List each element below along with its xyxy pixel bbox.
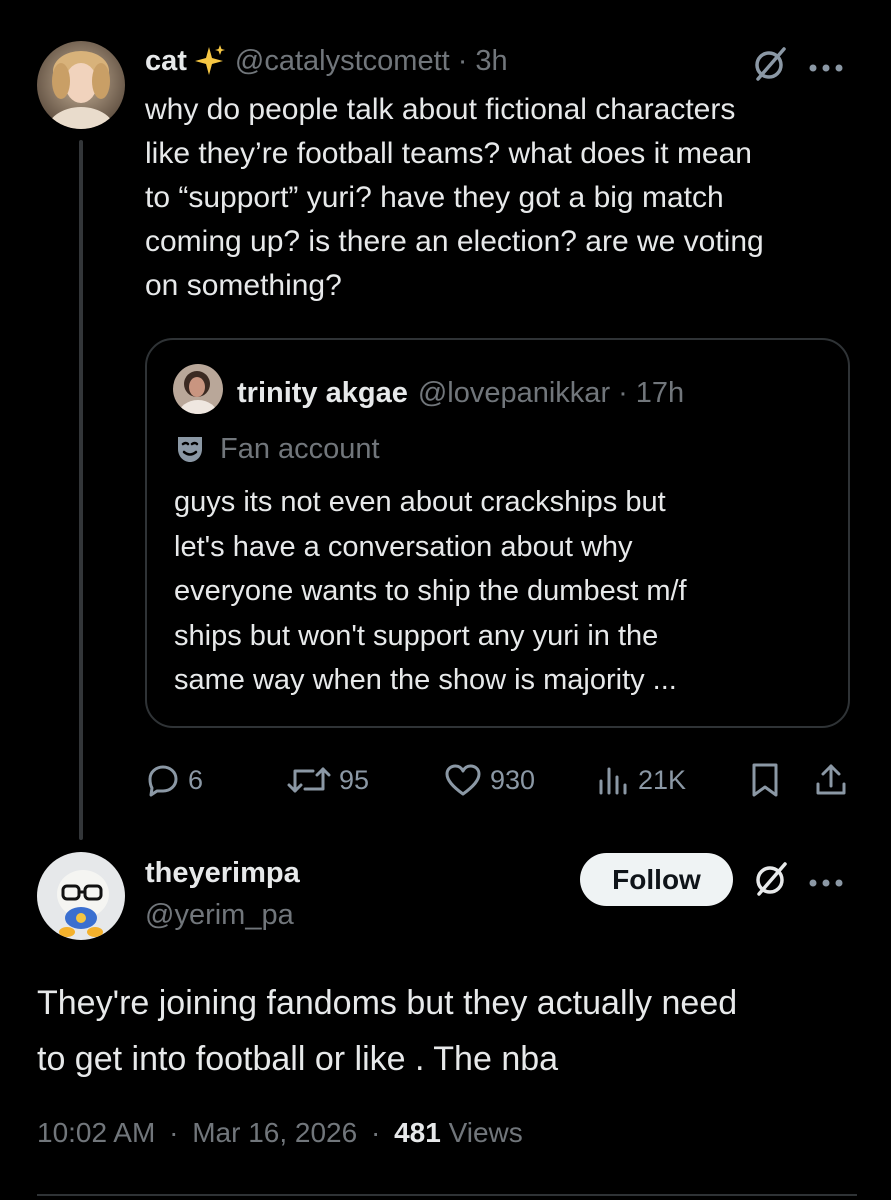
tweet-header: cat @catalystcomett · 3h xyxy=(145,41,508,81)
tweet-text-line: why do people talk about fictional chara… xyxy=(145,93,736,126)
timestamp[interactable]: 17h xyxy=(636,377,684,410)
account-label: Fan account xyxy=(174,429,380,469)
repost-icon xyxy=(287,767,331,793)
reply-text: They're joining fandoms but they actuall… xyxy=(37,975,867,1087)
views-count: 481 xyxy=(394,1117,441,1148)
like-button[interactable]: 930 xyxy=(444,760,535,800)
repost-count: 95 xyxy=(339,764,370,795)
mask-icon xyxy=(178,437,202,462)
heart-icon xyxy=(445,764,481,796)
author-handle[interactable]: @yerim_pa xyxy=(145,899,294,932)
tweet-text-line: They're joining fandoms but they actuall… xyxy=(37,984,738,1022)
post-time[interactable]: 10:02 AM xyxy=(37,1117,155,1148)
views-label: Views xyxy=(448,1117,523,1148)
account-label-text: Fan account xyxy=(220,432,380,465)
views-icon xyxy=(599,767,627,795)
author-handle[interactable]: @lovepanikkar xyxy=(418,377,610,410)
sparkle-icon xyxy=(194,45,225,77)
reply-count: 6 xyxy=(188,764,204,795)
grok-icon[interactable] xyxy=(752,46,788,87)
quoted-tweet-text: guys its not even about crackships but l… xyxy=(174,480,834,703)
tweet-text-line: coming up? is there an election? are we … xyxy=(145,225,764,258)
more-icon[interactable] xyxy=(808,875,844,893)
reply-button[interactable]: 6 xyxy=(146,760,203,800)
tweet-text: why do people talk about fictional chara… xyxy=(145,88,865,308)
tweet-text-line: everyone wants to ship the dumbest m/f xyxy=(174,575,687,607)
share-button[interactable] xyxy=(814,760,848,800)
separator-dot: · xyxy=(169,1117,179,1148)
grok-icon[interactable] xyxy=(753,861,789,902)
tweet-text-line: guys its not even about crackships but xyxy=(174,486,666,518)
tweet-metadata: 10:02 AM · Mar 16, 2026 · 481 Views xyxy=(37,1117,523,1149)
avatar[interactable] xyxy=(37,852,125,940)
author-name[interactable]: trinity akgae xyxy=(237,377,408,410)
avatar[interactable] xyxy=(173,364,223,414)
views-count: 21K xyxy=(638,764,687,795)
tweet-text-line: like they’re football teams? what does i… xyxy=(145,137,752,170)
thread-connector xyxy=(79,140,83,840)
bookmark-button[interactable] xyxy=(750,760,780,800)
separator-dot: · xyxy=(457,44,468,77)
avatar[interactable] xyxy=(37,41,125,129)
reply-icon xyxy=(148,765,178,797)
tweet-text-line: on something? xyxy=(145,269,342,302)
repost-button[interactable]: 95 xyxy=(287,760,369,800)
tweet-thread: cat @catalystcomett · 3h why do people t… xyxy=(0,0,891,1200)
author-name[interactable]: cat xyxy=(145,45,187,78)
author-handle[interactable]: @catalystcomett xyxy=(235,45,450,78)
post-date[interactable]: Mar 16, 2026 xyxy=(192,1117,357,1148)
quoted-tweet-header: trinity akgae @lovepanikkar · 17h xyxy=(237,371,684,415)
follow-button[interactable]: Follow xyxy=(580,853,733,906)
timestamp[interactable]: 3h xyxy=(475,45,507,78)
views-button[interactable]: 21K xyxy=(596,760,686,800)
divider xyxy=(37,1194,857,1196)
tweet-text-line: same way when the show is majority ... xyxy=(174,664,677,696)
separator-dot: · xyxy=(618,376,628,409)
author-name[interactable]: theyerimpa xyxy=(145,857,300,890)
tweet-text-line: ships but won't support any yuri in the xyxy=(174,619,659,652)
like-count: 930 xyxy=(490,764,536,795)
share-icon xyxy=(816,764,846,795)
tweet-text-line: let's have a conversation about why xyxy=(174,530,633,563)
more-icon[interactable] xyxy=(808,60,844,78)
tweet-text-line: to get into football or like . The nba xyxy=(37,1040,559,1078)
tweet-text-line: to “support” yuri? have they got a big m… xyxy=(145,181,724,214)
bookmark-icon xyxy=(752,763,778,797)
separator-dot: · xyxy=(370,1117,381,1148)
